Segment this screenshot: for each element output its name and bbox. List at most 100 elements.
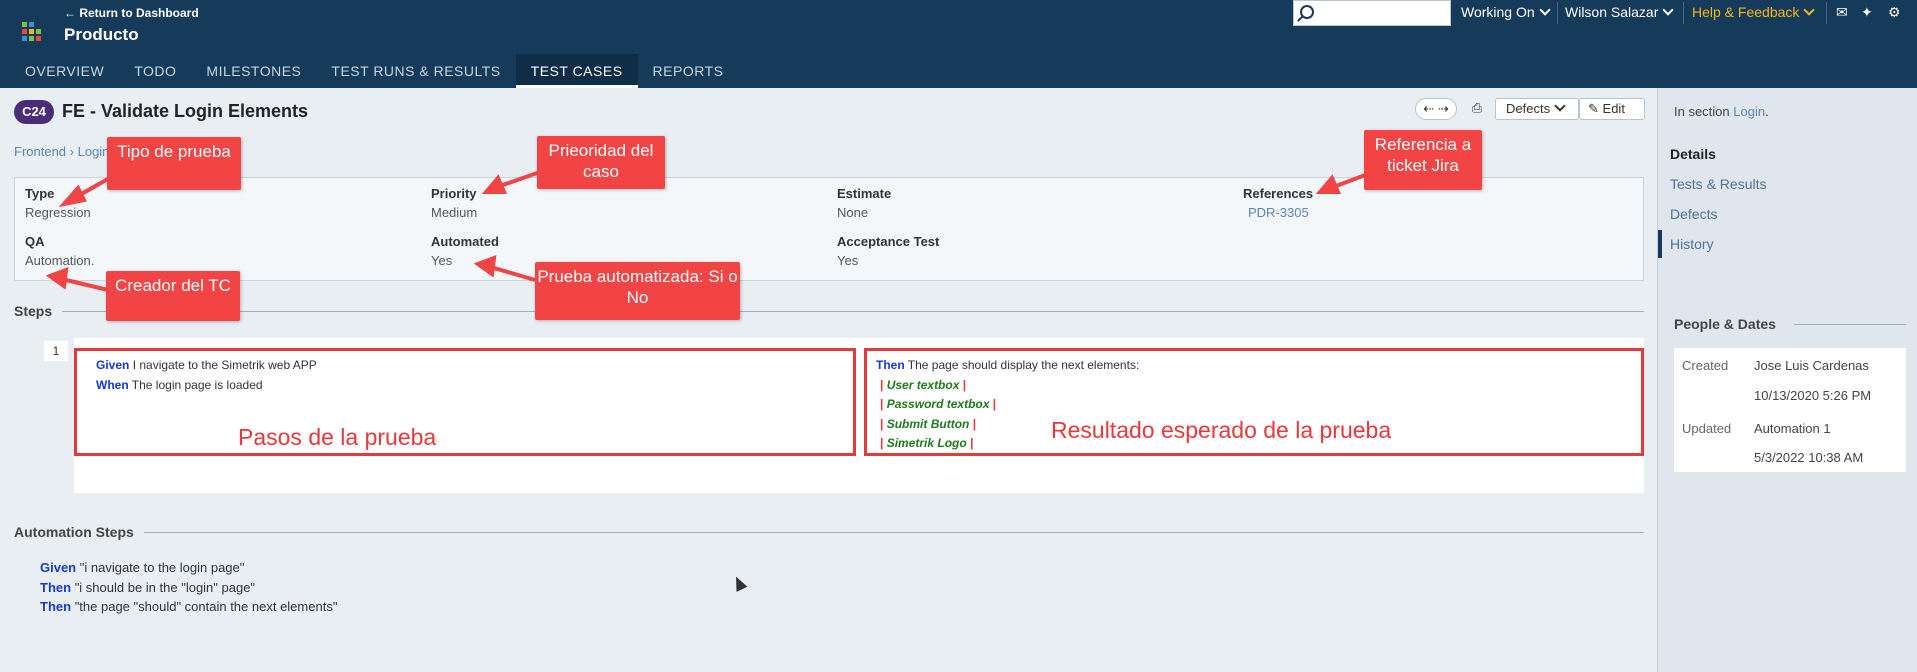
defects-dropdown[interactable]: Defects: [1495, 98, 1579, 120]
tab-todo[interactable]: TODO: [119, 54, 191, 88]
step-line: Then The page should display the next el…: [876, 356, 1139, 376]
sidebar-item-history[interactable]: History: [1670, 236, 1714, 252]
automation-text: "i navigate to the login page": [79, 560, 245, 575]
priority-label: Priority: [431, 186, 477, 201]
step-description: Given I navigate to the Simetrik web APP…: [96, 356, 317, 395]
divider: [1683, 2, 1684, 24]
main-nav: OVERVIEW TODO MILESTONES TEST RUNS & RES…: [0, 54, 738, 88]
people-dates-heading: People & Dates: [1674, 316, 1776, 332]
section-link[interactable]: Login: [1733, 104, 1765, 119]
automation-keyword: Then: [40, 579, 72, 595]
annotation-referencia: Referencia a ticket Jira: [1364, 130, 1482, 190]
arrow-left-icon[interactable]: ⇠: [1423, 101, 1434, 116]
tab-test-cases[interactable]: TEST CASES: [515, 54, 638, 88]
defects-label: Defects: [1506, 101, 1551, 116]
divider: [144, 532, 1644, 533]
given-text: I navigate to the Simetrik web APP: [132, 358, 317, 372]
created-date: 10/13/2020 5:26 PM: [1754, 388, 1872, 403]
automation-step: Then "i should be in the "login" page": [40, 578, 337, 598]
tab-overview[interactable]: OVERVIEW: [0, 54, 119, 88]
return-to-dashboard-link[interactable]: ← Return to Dashboard: [64, 6, 199, 20]
priority-value: Medium: [431, 205, 478, 220]
tab-test-runs-results[interactable]: TEST RUNS & RESULTS: [316, 54, 515, 88]
given-keyword: Given: [96, 358, 130, 372]
annotation-creador: Creador del TC: [106, 271, 240, 321]
annotation-automatizada: Prueba automatizada: Si o No: [535, 262, 740, 320]
divider: [62, 311, 1644, 312]
prev-next-navigation[interactable]: ⇠ ⇢: [1415, 98, 1457, 120]
edit-label: Edit: [1602, 101, 1625, 116]
pencil-icon: ✎: [1588, 101, 1599, 116]
divider: [1826, 2, 1827, 24]
annotation-tipo: Tipo de prueba: [107, 137, 241, 190]
acceptance-value: Yes: [837, 253, 859, 268]
step-number: 1: [44, 341, 68, 361]
created-by: Jose Luis Cardenas: [1754, 358, 1869, 373]
automated-field: Automated Yes: [431, 234, 499, 268]
tab-milestones[interactable]: MILESTONES: [191, 54, 316, 88]
mail-icon[interactable]: ✉: [1836, 4, 1848, 21]
page-title: FE - Validate Login Elements: [62, 101, 309, 121]
element-item: | Password textbox |: [880, 397, 997, 411]
element-item: | User textbox |: [880, 377, 967, 392]
section-suffix: .: [1765, 104, 1769, 119]
acceptance-field: Acceptance Test Yes: [837, 234, 939, 268]
automation-keyword: Given: [40, 560, 77, 575]
automation-step: Then "the page "should" contain the next…: [40, 597, 337, 617]
then-keyword: Then: [876, 358, 905, 372]
sidebar-item-defects[interactable]: Defects: [1670, 206, 1717, 222]
qa-field: QA Automation.: [25, 234, 94, 268]
chevron-down-icon: [1554, 100, 1566, 112]
breadcrumb[interactable]: Frontend › Login: [14, 144, 109, 159]
case-details-panel: Type Regression Priority Medium Estimate No…: [14, 177, 1644, 281]
chevron-down-icon: [1662, 4, 1675, 16]
top-bar: ← Return to Dashboard Producto Working O…: [0, 0, 1917, 88]
type-label: Type: [25, 186, 55, 201]
element-name: Submit Button: [886, 416, 970, 431]
references-label: References: [1243, 186, 1314, 201]
created-label: Created: [1682, 358, 1729, 373]
automated-value: Yes: [431, 253, 453, 268]
element-name: Simetrik Logo: [886, 436, 967, 450]
type-field: Type Regression: [25, 186, 91, 220]
automation-steps-list: Given "i navigate to the login page" The…: [40, 558, 337, 617]
steps-heading: Steps: [14, 303, 53, 319]
project-title: Producto: [64, 25, 139, 44]
when-keyword: When: [96, 377, 129, 392]
step-line: When The login page is loaded: [96, 376, 317, 396]
annotation-resultado: Resultado esperado de la prueba: [1051, 417, 1392, 443]
qa-value: Automation.: [25, 253, 95, 268]
acceptance-label: Acceptance Test: [837, 234, 940, 249]
automation-text: "the page "should" contain the next elem…: [74, 599, 338, 614]
estimate-label: Estimate: [837, 186, 892, 201]
print-icon[interactable]: ⎙: [1465, 98, 1489, 120]
updated-by: Automation 1: [1754, 421, 1831, 436]
user-menu[interactable]: Wilson Salazar: [1565, 4, 1675, 20]
type-value: Regression: [25, 205, 91, 220]
chevron-down-icon: [1803, 4, 1816, 16]
element-name: Password textbox: [886, 397, 990, 411]
sidebar-item-tests-results[interactable]: Tests & Results: [1670, 176, 1766, 192]
app-logo-icon[interactable]: [22, 22, 42, 42]
reference-link[interactable]: PDR-3305: [1248, 205, 1309, 220]
updated-date: 5/3/2022 10:38 AM: [1754, 450, 1864, 465]
people-dates-card: Created Jose Luis Cardenas 10/13/2020 5:…: [1674, 348, 1906, 472]
section-prefix: In section: [1674, 104, 1730, 119]
updated-label: Updated: [1682, 421, 1732, 436]
edit-button[interactable]: ✎ Edit: [1579, 98, 1645, 120]
automation-steps-heading: Automation Steps: [14, 524, 134, 540]
tab-reports[interactable]: REPORTS: [638, 54, 739, 88]
automation-text: "i should be in the "login" page": [74, 579, 256, 595]
search-input[interactable]: [1293, 0, 1451, 26]
twitter-icon[interactable]: ✦: [1861, 4, 1873, 21]
then-text: The page should display the next element…: [907, 358, 1140, 372]
estimate-field: Estimate None: [837, 186, 891, 220]
automated-label: Automated: [431, 234, 499, 249]
help-feedback-menu[interactable]: Help & Feedback: [1692, 4, 1816, 20]
working-on-menu[interactable]: Working On: [1461, 4, 1551, 20]
automation-keyword: Then: [40, 599, 72, 614]
section-info: In section Login.: [1674, 104, 1769, 119]
arrow-right-icon[interactable]: ⇢: [1438, 101, 1449, 116]
sidebar-item-details[interactable]: Details: [1670, 146, 1716, 162]
settings-icon[interactable]: ⚙: [1888, 4, 1901, 21]
